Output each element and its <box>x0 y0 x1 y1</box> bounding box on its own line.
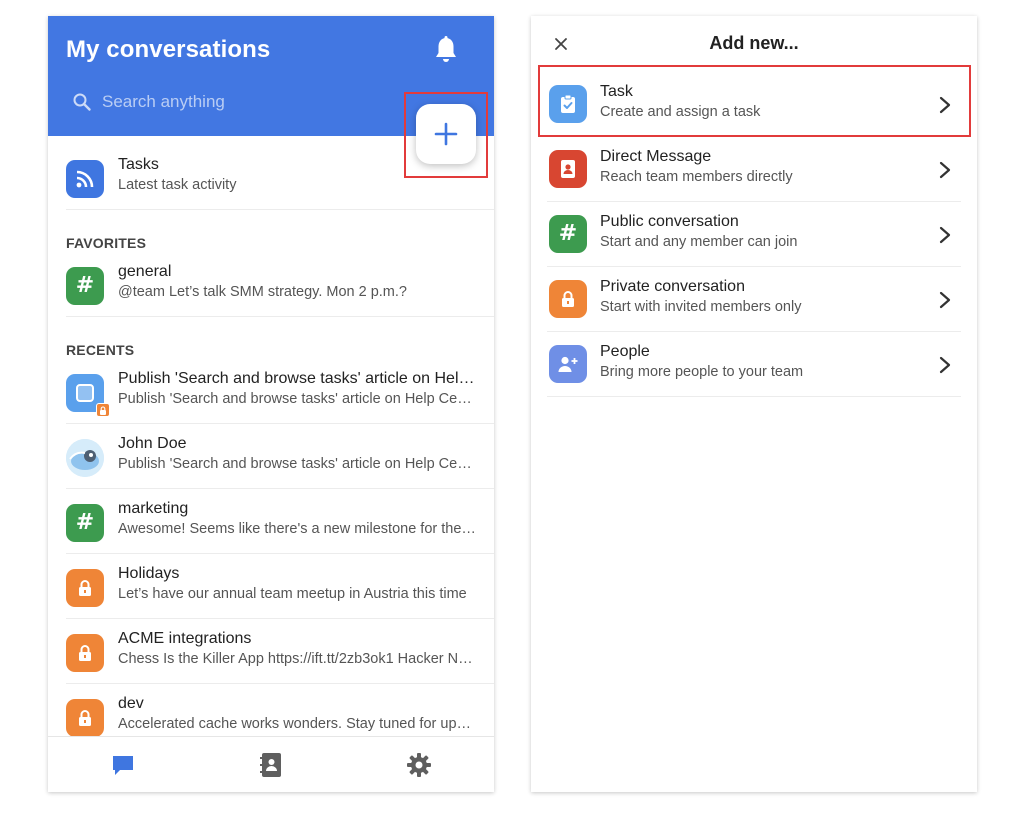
chevron-right-icon <box>939 96 951 114</box>
option-title: Task <box>600 83 633 100</box>
row-subtitle: Accelerated cache works wonders. Stay tu… <box>118 716 478 732</box>
list-item[interactable]: John Doe Publish 'Search and browse task… <box>48 425 494 489</box>
option-subtitle: Reach team members directly <box>600 169 793 185</box>
rss-feed-icon <box>66 160 104 198</box>
chevron-right-icon <box>939 291 951 309</box>
row-title: John Doe <box>118 435 187 452</box>
option-title: Direct Message <box>600 148 712 165</box>
chevron-right-icon <box>939 356 951 374</box>
option-people[interactable]: People Bring more people to your team <box>547 333 961 397</box>
new-conversation-button[interactable] <box>416 104 476 164</box>
add-new-screen: Add new... Task Create and assign a task… <box>531 16 977 792</box>
list-item[interactable]: # general @team Let’s talk SMM strategy.… <box>48 253 494 317</box>
list-item[interactable]: Holidays Let’s have our annual team meet… <box>48 555 494 619</box>
row-subtitle: Latest task activity <box>118 177 237 193</box>
list-item[interactable]: ACME integrations Chess Is the Killer Ap… <box>48 620 494 684</box>
nav-conversations[interactable] <box>109 751 137 779</box>
row-title: Holidays <box>118 565 180 582</box>
lock-icon <box>66 634 104 672</box>
search-input[interactable] <box>102 90 382 114</box>
divider <box>66 618 494 619</box>
list-item[interactable]: Publish 'Search and browse tasks' articl… <box>48 360 494 424</box>
clipboard-check-icon <box>549 85 587 123</box>
divider <box>66 683 494 684</box>
search-icon <box>73 93 91 111</box>
row-subtitle: @team Let’s talk SMM strategy. Mon 2 p.m… <box>118 284 407 300</box>
hash-icon: # <box>66 267 104 305</box>
list-item[interactable]: # marketing Awesome! Seems like there's … <box>48 490 494 554</box>
option-subtitle: Bring more people to your team <box>600 364 804 380</box>
favorites-section-label: FAVORITES <box>66 235 147 251</box>
divider <box>66 316 494 317</box>
row-title: dev <box>118 695 144 712</box>
plus-icon <box>434 122 458 146</box>
add-person-icon <box>549 345 587 383</box>
option-subtitle: Start with invited members only <box>600 299 802 315</box>
modal-title: Add new... <box>709 33 799 53</box>
divider <box>547 331 961 332</box>
row-title: marketing <box>118 500 189 517</box>
contact-card-icon <box>549 150 587 188</box>
option-public-conversation[interactable]: # Public conversation Start and any memb… <box>547 203 961 267</box>
nav-contacts[interactable] <box>257 751 285 779</box>
nav-settings[interactable] <box>405 751 433 779</box>
lock-icon <box>66 699 104 737</box>
row-subtitle: Publish 'Search and browse tasks' articl… <box>118 456 478 472</box>
divider <box>66 423 494 424</box>
chat-bubble-icon <box>113 756 133 775</box>
divider <box>547 396 961 397</box>
divider <box>66 209 494 210</box>
recents-section-label: RECENTS <box>66 342 135 358</box>
option-task[interactable]: Task Create and assign a task <box>547 73 961 137</box>
option-title: Private conversation <box>600 278 745 295</box>
contacts-book-icon <box>260 753 281 777</box>
row-subtitle: Publish 'Search and browse tasks' articl… <box>118 391 478 407</box>
row-subtitle: Chess Is the Killer App https://ift.tt/2… <box>118 651 478 667</box>
divider <box>547 201 961 202</box>
row-title: ACME integrations <box>118 630 252 647</box>
row-title: general <box>118 263 172 280</box>
chevron-right-icon <box>939 161 951 179</box>
option-direct-message[interactable]: Direct Message Reach team members direct… <box>547 138 961 202</box>
divider <box>66 553 494 554</box>
lock-icon <box>549 280 587 318</box>
hash-icon: # <box>66 504 104 542</box>
option-private-conversation[interactable]: Private conversation Start with invited … <box>547 268 961 332</box>
hash-icon: # <box>549 215 587 253</box>
divider <box>66 488 494 489</box>
option-subtitle: Create and assign a task <box>600 104 761 120</box>
row-subtitle: Awesome! Seems like there's a new milest… <box>118 521 478 537</box>
page-title: My conversations <box>66 36 271 63</box>
lock-badge-icon <box>96 403 110 417</box>
bottom-navigation <box>48 736 494 792</box>
option-title: People <box>600 343 650 360</box>
divider <box>547 266 961 267</box>
row-title: Publish 'Search and browse tasks' articl… <box>118 370 478 387</box>
option-subtitle: Start and any member can join <box>600 234 798 250</box>
conversations-screen: My conversations Tasks Latest task ac <box>48 16 494 792</box>
option-title: Public conversation <box>600 213 739 230</box>
row-subtitle: Let’s have our annual team meetup in Aus… <box>118 586 467 602</box>
lock-icon <box>66 569 104 607</box>
bell-icon[interactable] <box>433 36 459 64</box>
chevron-right-icon <box>939 226 951 244</box>
divider <box>547 136 961 137</box>
gear-icon <box>407 753 431 777</box>
user-avatar-icon <box>66 439 104 477</box>
